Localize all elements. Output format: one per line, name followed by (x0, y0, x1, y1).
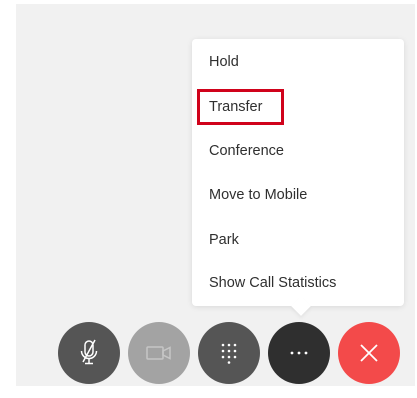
menu-item-conference[interactable]: Conference (209, 139, 284, 163)
call-options-menu: Hold Transfer Conference Move to Mobile … (192, 39, 404, 306)
close-icon (358, 342, 380, 364)
menu-item-move-to-mobile[interactable]: Move to Mobile (209, 183, 307, 207)
menu-item-park[interactable]: Park (209, 228, 239, 252)
more-dots-icon (289, 350, 309, 356)
transfer-highlight-box (197, 89, 284, 125)
video-camera-icon (146, 344, 172, 362)
dialpad-icon (220, 342, 238, 364)
end-call-button[interactable] (338, 322, 400, 384)
microphone-muted-icon (76, 338, 102, 368)
video-button[interactable] (128, 322, 190, 384)
more-button[interactable] (268, 322, 330, 384)
mute-button[interactable] (58, 322, 120, 384)
menu-item-show-call-statistics[interactable]: Show Call Statistics (209, 271, 336, 295)
menu-item-hold[interactable]: Hold (209, 50, 239, 74)
keypad-button[interactable] (198, 322, 260, 384)
